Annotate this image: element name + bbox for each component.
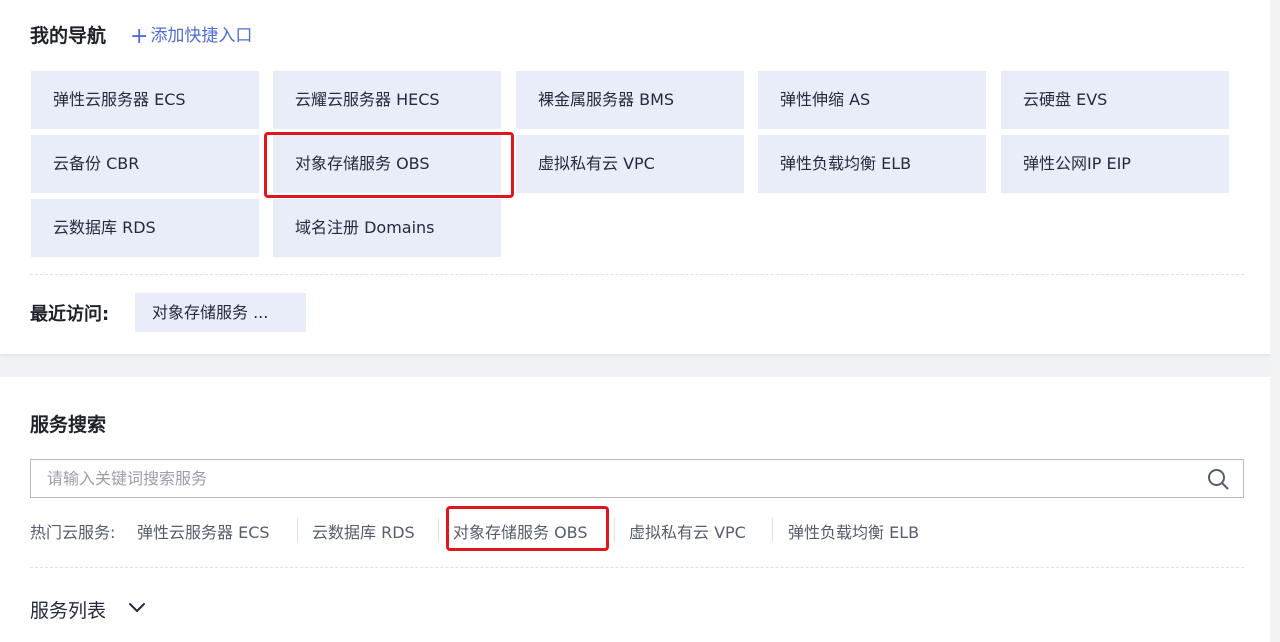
- nav-tile-elb[interactable]: 弹性负载均衡 ELB: [758, 135, 986, 193]
- hot-services-label: 热门云服务:: [30, 523, 116, 542]
- nav-divider: [30, 274, 1244, 275]
- nav-tile-bms[interactable]: 裸金属服务器 BMS: [516, 71, 744, 129]
- nav-tile-vpc[interactable]: 虚拟私有云 VPC: [516, 135, 744, 193]
- hot-service-obs[interactable]: 对象存储服务 OBS: [453, 519, 588, 543]
- recent-visits-label: 最近访问:: [30, 304, 110, 325]
- search-divider: [30, 567, 1244, 568]
- hot-separator: [614, 518, 615, 542]
- hot-separator: [438, 518, 439, 542]
- service-search-box: [30, 459, 1244, 498]
- hot-separator: [772, 518, 773, 542]
- nav-tile-ecs[interactable]: 弹性云服务器 ECS: [31, 71, 259, 129]
- scrollbar[interactable]: [1270, 0, 1280, 642]
- nav-tile-cbr[interactable]: 云备份 CBR: [31, 135, 259, 193]
- recent-item-obs[interactable]: 对象存储服务 ...: [135, 293, 306, 332]
- service-list-toggle[interactable]: 服务列表: [30, 596, 106, 623]
- my-navigation-panel: 我的导航 + 添加快捷入口 弹性云服务器 ECS 云耀云服务器 HECS 裸金属服…: [0, 0, 1270, 354]
- hot-service-vpc[interactable]: 虚拟私有云 VPC: [629, 519, 746, 543]
- plus-icon: +: [130, 24, 149, 49]
- add-shortcut-label: 添加快捷入口: [150, 26, 253, 46]
- service-search-input[interactable]: [31, 460, 1197, 497]
- nav-tile-evs[interactable]: 云硬盘 EVS: [1001, 71, 1229, 129]
- hot-service-ecs[interactable]: 弹性云服务器 ECS: [137, 519, 270, 543]
- hot-service-rds[interactable]: 云数据库 RDS: [312, 519, 415, 543]
- nav-tile-as[interactable]: 弹性伸缩 AS: [758, 71, 986, 129]
- search-icon[interactable]: [1207, 468, 1229, 490]
- nav-tile-domains[interactable]: 域名注册 Domains: [273, 199, 501, 257]
- service-search-panel: [0, 377, 1270, 642]
- nav-tile-obs[interactable]: 对象存储服务 OBS: [273, 135, 501, 193]
- add-shortcut-link[interactable]: + 添加快捷入口: [130, 21, 252, 49]
- chevron-down-icon[interactable]: [128, 601, 146, 615]
- hot-separator: [297, 518, 298, 542]
- hot-service-elb[interactable]: 弹性负载均衡 ELB: [788, 519, 919, 543]
- nav-tile-eip[interactable]: 弹性公网IP EIP: [1001, 135, 1229, 193]
- nav-title: 我的导航: [30, 25, 107, 47]
- nav-tile-hecs[interactable]: 云耀云服务器 HECS: [273, 71, 501, 129]
- service-search-title: 服务搜索: [30, 414, 107, 436]
- nav-tile-rds[interactable]: 云数据库 RDS: [31, 199, 259, 257]
